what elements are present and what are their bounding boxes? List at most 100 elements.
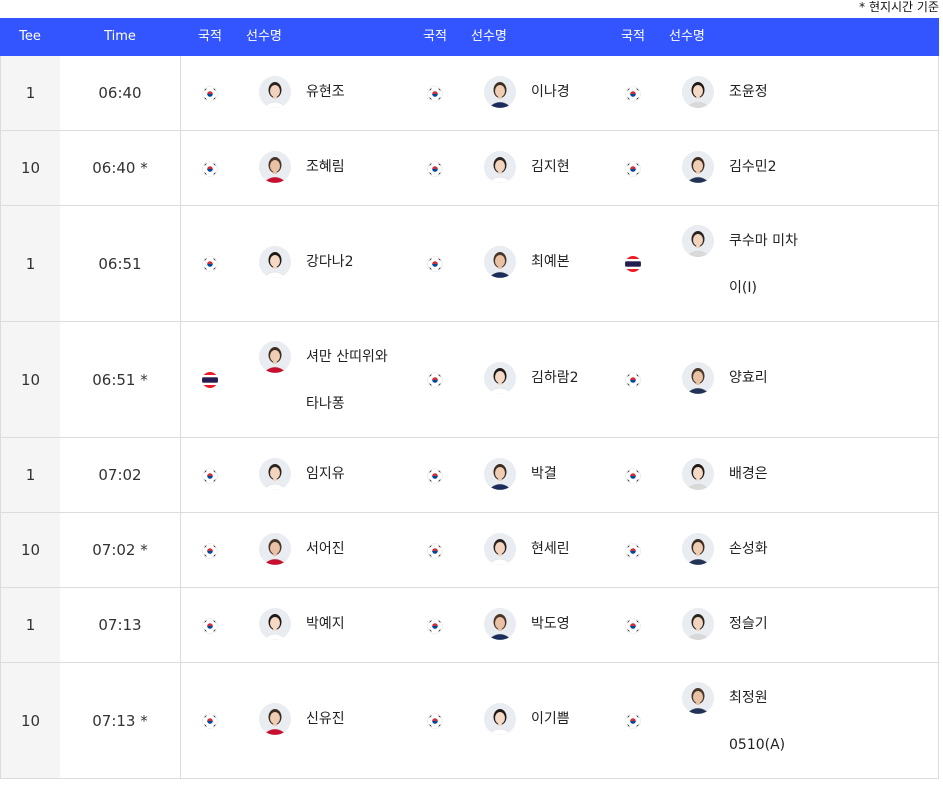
table-row: 10 06:40 * 조혜림 김지현 김수민2 bbox=[0, 131, 939, 206]
player-name[interactable]: 서어진 bbox=[306, 526, 345, 572]
player-avatar[interactable] bbox=[259, 457, 291, 490]
thailand-flag-icon bbox=[202, 372, 218, 388]
player-avatar[interactable] bbox=[484, 457, 516, 490]
player-avatar[interactable] bbox=[259, 246, 291, 278]
table-row: 1 06:40 유현조 이나경 조윤정 bbox=[0, 56, 939, 131]
player-avatar[interactable] bbox=[682, 607, 714, 640]
korea-flag-icon bbox=[427, 160, 443, 177]
korea-flag-icon bbox=[427, 713, 443, 729]
player-name[interactable]: 이기쁨 bbox=[531, 696, 570, 742]
player-avatar[interactable] bbox=[484, 150, 516, 183]
table-row: 1 07:02 임지유 박결 배경은 bbox=[0, 438, 939, 513]
player-avatar[interactable] bbox=[682, 75, 714, 108]
player-name[interactable]: 박예지 bbox=[306, 601, 345, 647]
time-cell: 07:13 * bbox=[60, 663, 181, 778]
local-time-note: * 현지시간 기준 bbox=[859, 0, 939, 14]
player-name[interactable]: 쿠수마 미차 bbox=[729, 218, 798, 264]
korea-flag-icon bbox=[427, 372, 443, 388]
player-name[interactable]: 조윤정 bbox=[729, 69, 768, 115]
player-avatar[interactable] bbox=[259, 341, 291, 373]
player-name[interactable]: 이(I) bbox=[729, 265, 757, 311]
player-name[interactable]: 정슬기 bbox=[729, 601, 768, 647]
korea-flag-icon bbox=[625, 713, 641, 729]
player-name[interactable]: 타나퐁 bbox=[306, 381, 345, 427]
table-row: 10 07:13 * 신유진 이기쁨 최정원 0510(A) bbox=[0, 663, 939, 779]
player-avatar[interactable] bbox=[484, 703, 516, 735]
korea-flag-icon bbox=[625, 85, 641, 102]
header-player-name-3: 선수명 bbox=[669, 29, 705, 44]
player-name[interactable]: 0510(A) bbox=[729, 722, 785, 768]
player-avatar[interactable] bbox=[259, 532, 291, 565]
player-name[interactable]: 강다나2 bbox=[306, 239, 354, 285]
player-avatar[interactable] bbox=[484, 607, 516, 640]
time-cell: 07:02 * bbox=[60, 513, 181, 587]
korea-flag-icon bbox=[202, 542, 218, 559]
player-avatar[interactable] bbox=[682, 682, 714, 714]
tee-cell: 10 bbox=[1, 513, 60, 587]
player-name[interactable]: 박결 bbox=[531, 451, 557, 497]
korea-flag-icon bbox=[625, 467, 641, 484]
table-row: 10 06:51 * 셔만 산띠위와 타나퐁 김하람2 양효리 bbox=[0, 322, 939, 438]
header-player-name-1: 선수명 bbox=[246, 29, 282, 44]
player-name[interactable]: 유현조 bbox=[306, 69, 345, 115]
player-avatar[interactable] bbox=[682, 150, 714, 183]
player-avatar[interactable] bbox=[484, 532, 516, 565]
player-avatar[interactable] bbox=[682, 532, 714, 565]
table-row: 1 06:51 강다나2 최예본 쿠수마 미차 이(I) bbox=[0, 206, 939, 322]
tee-cell: 1 bbox=[1, 206, 60, 321]
player-avatar[interactable] bbox=[682, 457, 714, 490]
player-name[interactable]: 신유진 bbox=[306, 696, 345, 742]
korea-flag-icon bbox=[202, 256, 218, 272]
korea-flag-icon bbox=[202, 467, 218, 484]
player-avatar[interactable] bbox=[259, 607, 291, 640]
time-cell: 07:02 bbox=[60, 438, 181, 512]
table-body: 1 06:40 유현조 이나경 조윤정 10 06:40 * 조혜림 김지현 김수민2 1 06:51… bbox=[0, 56, 939, 779]
player-name[interactable]: 김지현 bbox=[531, 144, 570, 190]
player-avatar[interactable] bbox=[259, 703, 291, 735]
thailand-flag-icon bbox=[625, 256, 641, 272]
time-cell: 06:51 bbox=[60, 206, 181, 321]
player-name[interactable]: 박도영 bbox=[531, 601, 570, 647]
korea-flag-icon bbox=[427, 256, 443, 272]
korea-flag-icon bbox=[202, 713, 218, 729]
tee-cell: 1 bbox=[1, 588, 60, 662]
player-avatar[interactable] bbox=[259, 75, 291, 108]
player-name[interactable]: 최예본 bbox=[531, 239, 570, 285]
time-cell: 07:13 bbox=[60, 588, 181, 662]
player-name[interactable]: 임지유 bbox=[306, 451, 345, 497]
tee-cell: 1 bbox=[1, 438, 60, 512]
player-name[interactable]: 셔만 산띠위와 bbox=[306, 334, 388, 380]
korea-flag-icon bbox=[625, 160, 641, 177]
table-header: Tee Time 국적 선수명 국적 선수명 국적 선수명 bbox=[0, 18, 939, 56]
player-name[interactable]: 김하람2 bbox=[531, 355, 579, 401]
player-name[interactable]: 이나경 bbox=[531, 69, 570, 115]
time-cell: 06:40 bbox=[60, 56, 181, 130]
table-row: 1 07:13 박예지 박도영 정슬기 bbox=[0, 588, 939, 663]
tee-cell: 1 bbox=[1, 56, 60, 130]
header-nationality-1: 국적 bbox=[198, 29, 222, 44]
player-name[interactable]: 배경은 bbox=[729, 451, 768, 497]
korea-flag-icon bbox=[625, 542, 641, 559]
tee-cell: 10 bbox=[1, 131, 60, 205]
korea-flag-icon bbox=[427, 467, 443, 484]
player-avatar[interactable] bbox=[484, 75, 516, 108]
player-name[interactable]: 양효리 bbox=[729, 355, 768, 401]
player-name[interactable]: 김수민2 bbox=[729, 144, 777, 190]
korea-flag-icon bbox=[625, 372, 641, 388]
header-nationality-2: 국적 bbox=[423, 29, 447, 44]
player-name[interactable]: 현세린 bbox=[531, 526, 570, 572]
korea-flag-icon bbox=[202, 85, 218, 102]
player-name[interactable]: 최정원 bbox=[729, 675, 768, 721]
tee-cell: 10 bbox=[1, 663, 60, 778]
tee-time-table: Tee Time 국적 선수명 국적 선수명 국적 선수명 1 06:40 유현조 이… bbox=[0, 18, 939, 779]
player-name[interactable]: 조혜림 bbox=[306, 144, 345, 190]
tee-cell: 10 bbox=[1, 322, 60, 437]
player-avatar[interactable] bbox=[484, 246, 516, 278]
table-row: 10 07:02 * 서어진 현세린 손성화 bbox=[0, 513, 939, 588]
korea-flag-icon bbox=[202, 617, 218, 634]
player-avatar[interactable] bbox=[682, 225, 714, 257]
player-avatar[interactable] bbox=[682, 362, 714, 394]
player-name[interactable]: 손성화 bbox=[729, 526, 768, 572]
player-avatar[interactable] bbox=[259, 150, 291, 183]
player-avatar[interactable] bbox=[484, 362, 516, 394]
